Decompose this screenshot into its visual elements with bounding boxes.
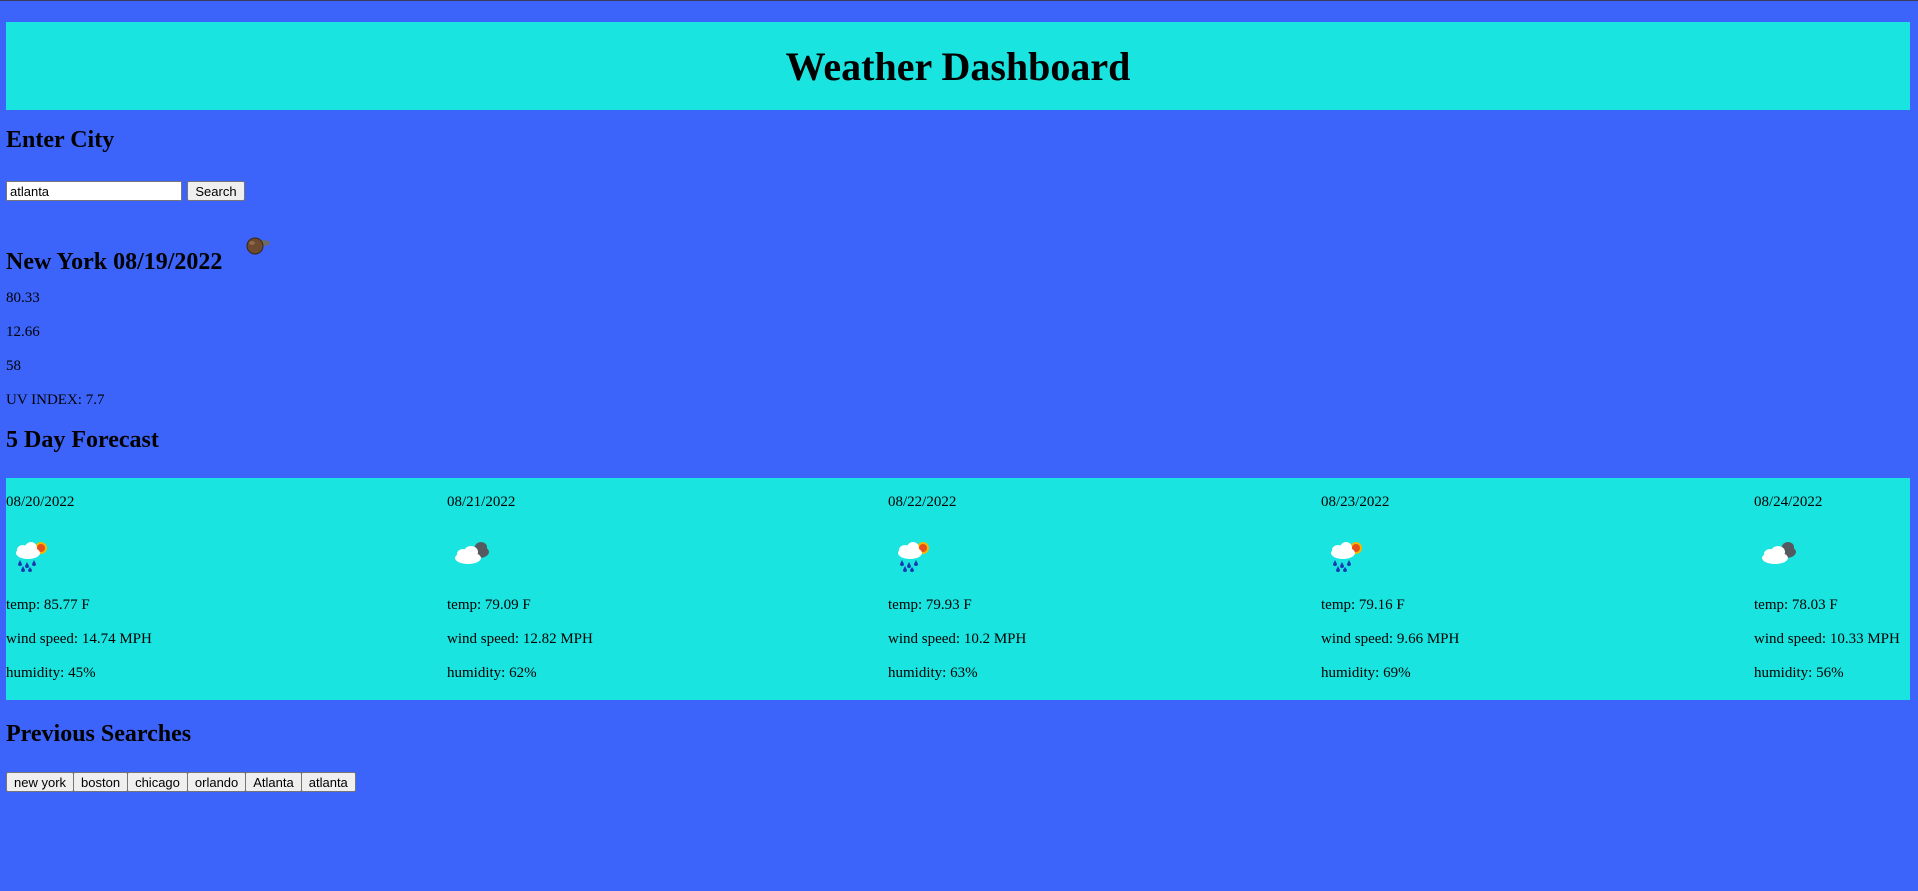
- previous-search-button[interactable]: new york: [6, 772, 75, 792]
- forecast-humidity: humidity: 45%: [6, 665, 96, 681]
- forecast-heading: 5 Day Forecast: [6, 427, 159, 453]
- forecast-wind: wind speed: 10.33 MPH: [1754, 631, 1900, 647]
- forecast-date: 08/21/2022: [447, 494, 516, 510]
- rain-sun-icon: [1331, 542, 1362, 572]
- cloudy-icon: [455, 542, 489, 564]
- forecast-wind: wind speed: 10.2 MPH: [888, 631, 1027, 647]
- forecast-temp: temp: 85.77 F: [6, 597, 90, 613]
- forecast-temp: temp: 79.93 F: [888, 597, 972, 613]
- forecast-wind: wind speed: 9.66 MPH: [1321, 631, 1460, 647]
- forecast-humidity: humidity: 69%: [1321, 665, 1411, 681]
- previous-search-button[interactable]: boston: [73, 772, 129, 792]
- forecast-date: 08/22/2022: [888, 494, 957, 510]
- rain-sun-icon: [898, 542, 929, 572]
- forecast-date: 08/23/2022: [1321, 494, 1390, 510]
- current-humidity: 58: [6, 358, 21, 374]
- previous-searches-list: new york boston chicago orlando Atlanta …: [6, 772, 356, 792]
- previous-searches-heading: Previous Searches: [6, 721, 192, 747]
- search-button[interactable]: Search: [187, 181, 245, 201]
- search-heading: Enter City: [6, 127, 115, 153]
- page-title: Weather Dashboard: [785, 43, 1131, 89]
- current-uv-index: UV INDEX: 7.7: [6, 392, 105, 408]
- rain-sun-icon: [16, 542, 47, 572]
- previous-search-button[interactable]: chicago: [127, 772, 188, 792]
- previous-search-button[interactable]: orlando: [186, 772, 247, 792]
- current-temp: 80.33: [6, 290, 40, 306]
- current-wind: 12.66: [6, 324, 40, 340]
- forecast-panel: 08/20/2022 temp: 85.77 F wind speed: 14.…: [6, 478, 1910, 700]
- header-banner: Weather Dashboard: [6, 22, 1910, 110]
- previous-search-button[interactable]: Atlanta: [245, 772, 302, 792]
- forecast-temp: temp: 79.16 F: [1321, 597, 1405, 613]
- broken-clouds-night-icon: [246, 237, 270, 255]
- forecast-wind: wind speed: 12.82 MPH: [447, 631, 593, 647]
- city-search-input[interactable]: [6, 181, 182, 201]
- forecast-humidity: humidity: 56%: [1754, 665, 1844, 681]
- current-city-title: New York 08/19/2022: [6, 249, 223, 275]
- forecast-date: 08/24/2022: [1754, 494, 1823, 510]
- forecast-temp: temp: 78.03 F: [1754, 597, 1838, 613]
- forecast-date: 08/20/2022: [6, 494, 75, 510]
- cloudy-icon: [1762, 542, 1796, 564]
- forecast-temp: temp: 79.09 F: [447, 597, 531, 613]
- forecast-humidity: humidity: 63%: [888, 665, 978, 681]
- previous-search-button[interactable]: atlanta: [300, 772, 356, 792]
- forecast-wind: wind speed: 14.74 MPH: [6, 631, 152, 647]
- forecast-humidity: humidity: 62%: [447, 665, 537, 681]
